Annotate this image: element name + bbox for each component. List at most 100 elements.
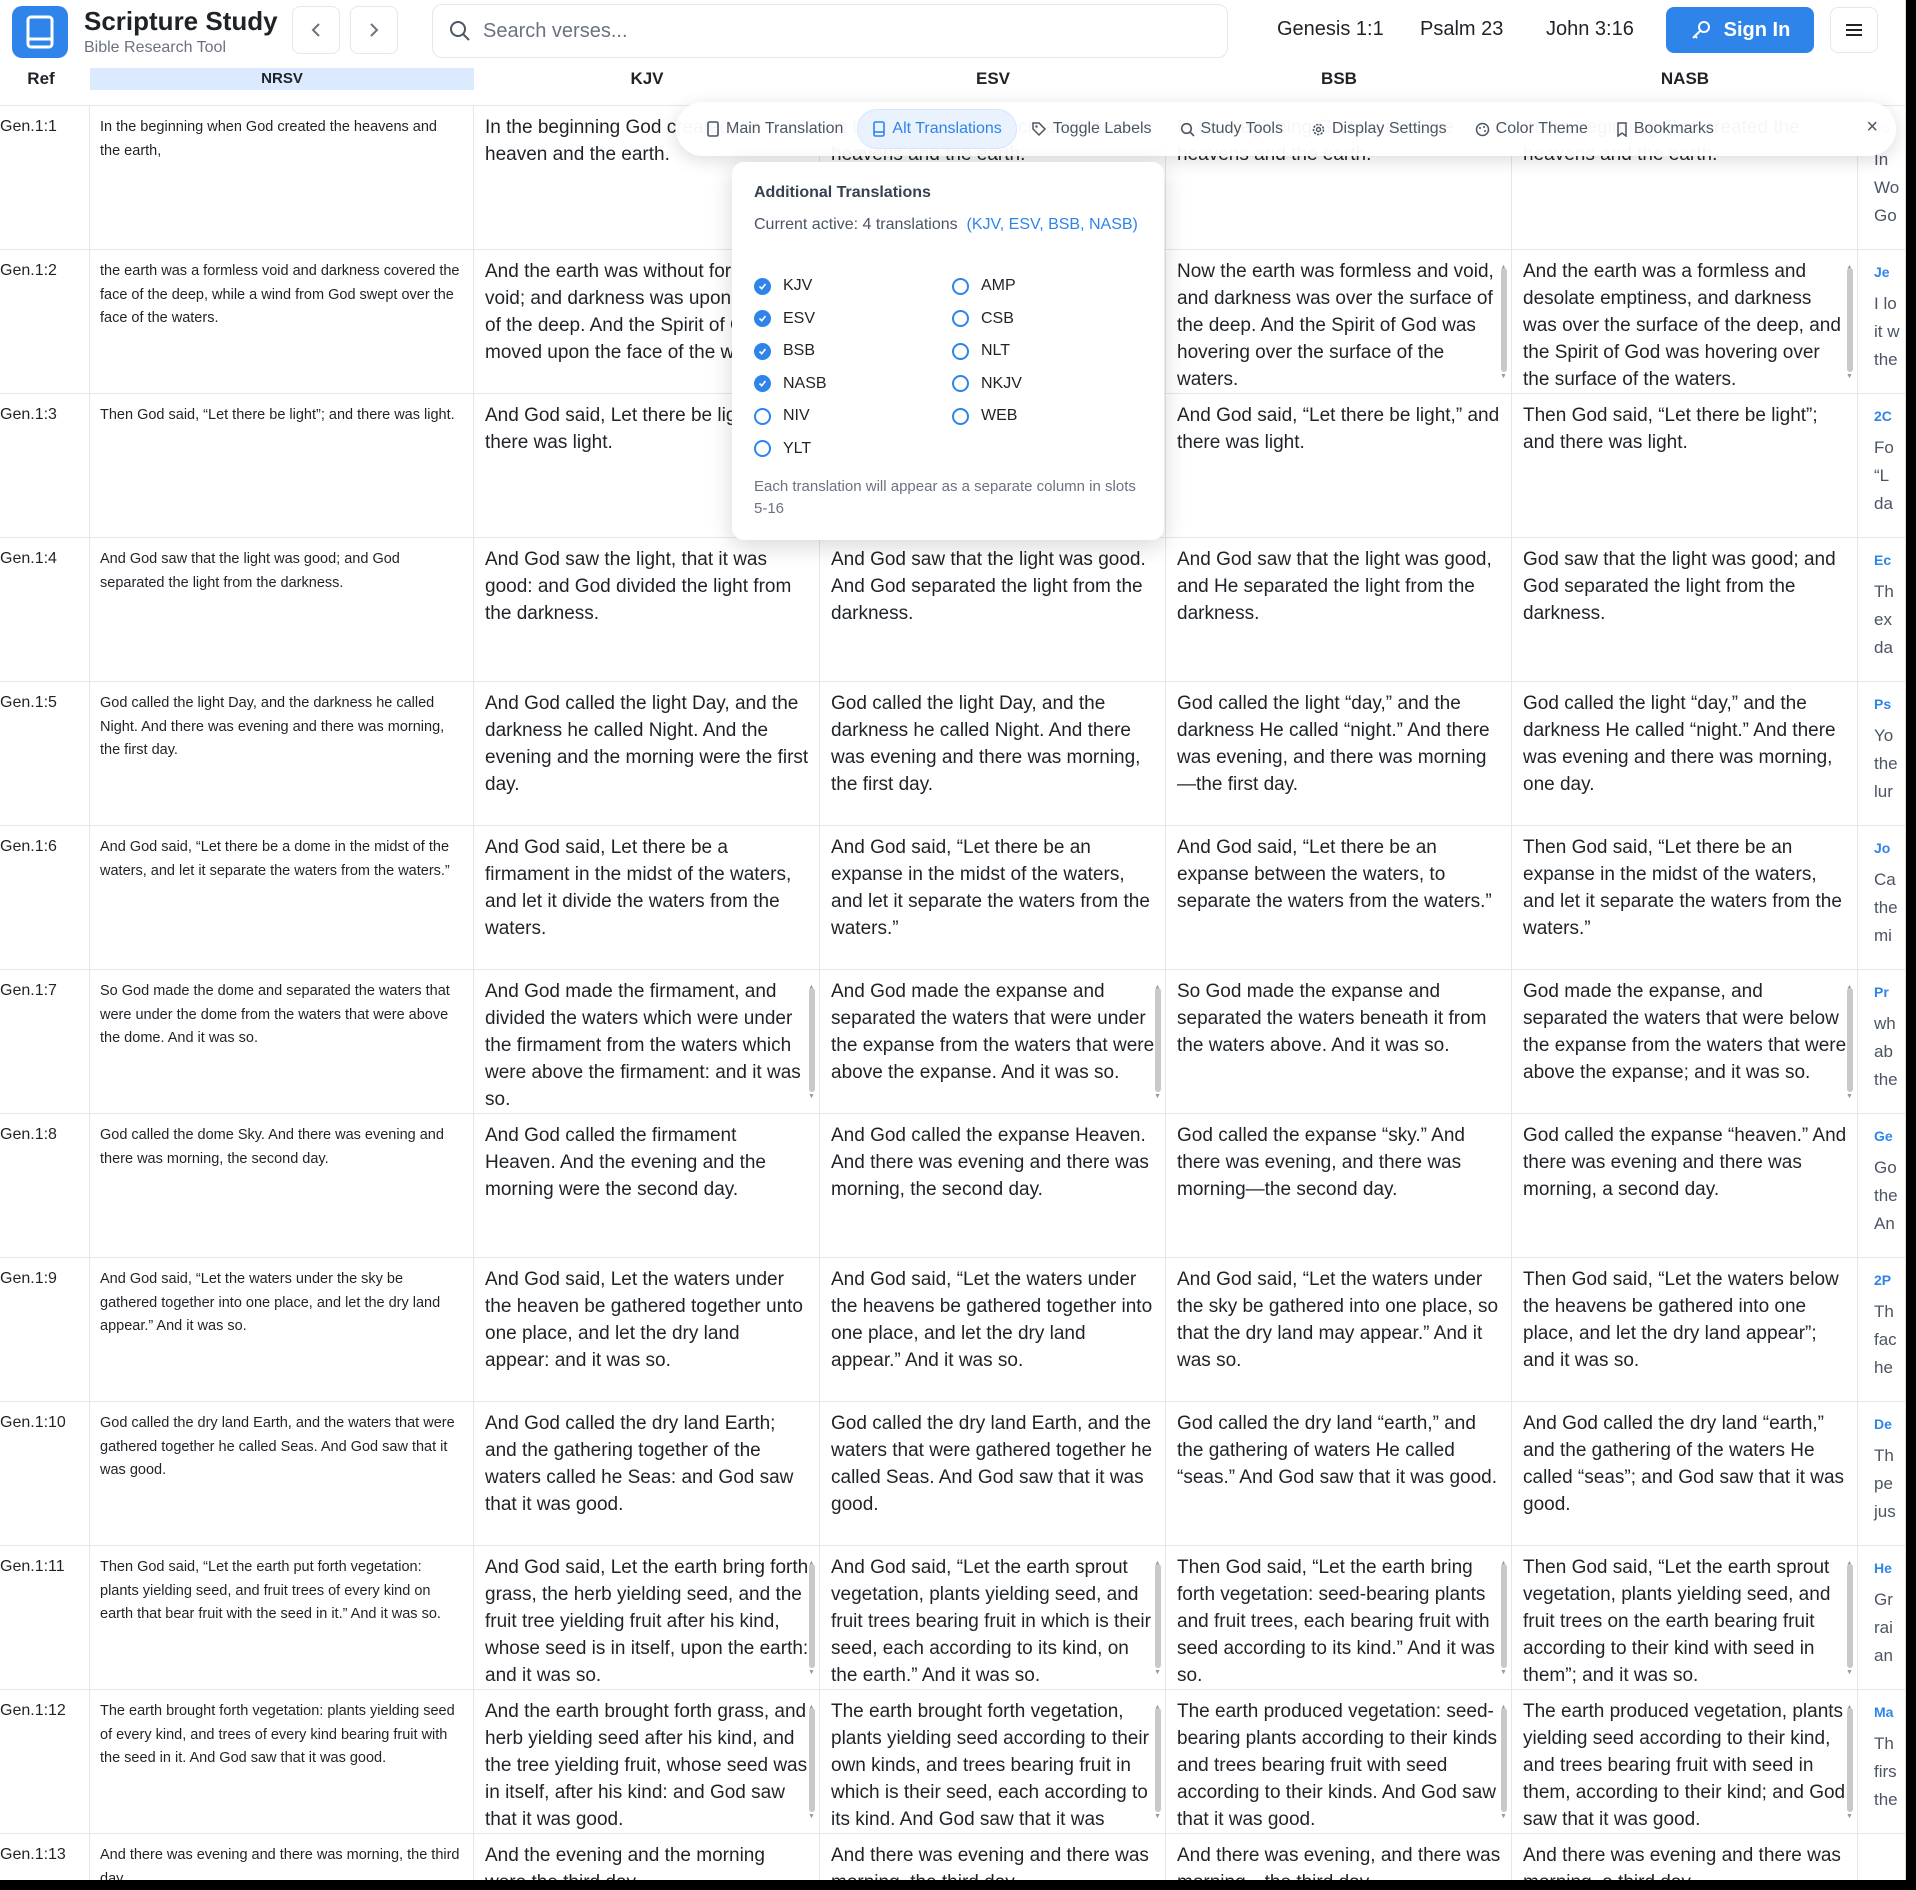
cross-reference-cell[interactable]: [1858, 1834, 1905, 1880]
scrollbar-thumb[interactable]: [1501, 1708, 1507, 1812]
scrollbar-thumb[interactable]: [809, 988, 815, 1092]
checkbox-unchecked-icon[interactable]: [754, 440, 771, 457]
checkbox-checked-icon[interactable]: [754, 310, 771, 327]
verse-ref[interactable]: Gen.1:11: [0, 1546, 90, 1690]
verse-ref[interactable]: Gen.1:6: [0, 826, 90, 970]
cell-scrollbar[interactable]: ▲▼: [808, 974, 816, 1110]
cross-reference-link[interactable]: Ge: [1874, 1128, 1905, 1154]
scrollbar-thumb[interactable]: [1155, 988, 1161, 1092]
checkbox-checked-icon[interactable]: [754, 342, 771, 360]
verse-ref[interactable]: Gen.1:8: [0, 1114, 90, 1258]
verse-ref[interactable]: Gen.1:9: [0, 1258, 90, 1402]
scrollbar-thumb[interactable]: [1847, 268, 1853, 372]
column-header-bsb[interactable]: BSB: [1166, 64, 1512, 106]
cross-reference-link[interactable]: Jo: [1874, 840, 1905, 866]
cross-reference-link[interactable]: Ma: [1874, 1704, 1905, 1730]
translation-option-csb[interactable]: CSB: [952, 307, 1014, 331]
translation-option-niv[interactable]: NIV: [754, 404, 810, 428]
cross-reference-link[interactable]: 2P: [1874, 1272, 1905, 1298]
scroll-down-arrow-icon[interactable]: ▼: [1500, 363, 1507, 390]
column-header-kjv[interactable]: KJV: [474, 64, 820, 106]
cross-reference-cell[interactable]: Ps Yo the lur: [1858, 682, 1905, 826]
scroll-down-arrow-icon[interactable]: ▼: [1500, 1803, 1507, 1830]
tab-alt-translations[interactable]: Alt Translations: [857, 109, 1017, 149]
translation-option-nkjv[interactable]: NKJV: [952, 372, 1022, 396]
translation-option-web[interactable]: WEB: [952, 404, 1017, 428]
cross-reference-link[interactable]: Ec: [1874, 552, 1905, 578]
sign-in-button[interactable]: Sign In: [1666, 7, 1814, 53]
translation-option-ylt[interactable]: YLT: [754, 437, 811, 461]
translation-option-kjv[interactable]: KJV: [754, 274, 812, 298]
verse-ref[interactable]: Gen.1:13: [0, 1834, 90, 1880]
checkbox-unchecked-icon[interactable]: [952, 277, 969, 295]
checkbox-unchecked-icon[interactable]: [952, 342, 969, 360]
scrollbar-thumb[interactable]: [1155, 1708, 1161, 1812]
cross-reference-cell[interactable]: 2P Th fac he: [1858, 1258, 1905, 1402]
cross-reference-cell[interactable]: De Th pe jus: [1858, 1402, 1905, 1546]
cell-scrollbar[interactable]: ▲▼: [1846, 1550, 1854, 1686]
scroll-down-arrow-icon[interactable]: ▼: [808, 1803, 815, 1830]
checkbox-unchecked-icon[interactable]: [952, 375, 969, 392]
translation-option-nasb[interactable]: NASB: [754, 372, 827, 396]
scrollbar-thumb[interactable]: [809, 1708, 815, 1812]
cell-scrollbar[interactable]: ▲▼: [1846, 1694, 1854, 1830]
cell-scrollbar[interactable]: ▲▼: [1500, 1550, 1508, 1686]
cross-reference-link[interactable]: De: [1874, 1416, 1905, 1442]
cross-reference-cell[interactable]: Ge Go the An: [1858, 1114, 1905, 1258]
cell-scrollbar[interactable]: ▲▼: [1154, 1550, 1162, 1686]
scrollbar-thumb[interactable]: [1847, 1708, 1853, 1812]
cross-reference-cell[interactable]: 2C Fo “L da: [1858, 394, 1905, 538]
verse-ref[interactable]: Gen.1:1: [0, 106, 90, 250]
menu-button[interactable]: [1830, 7, 1878, 53]
verse-ref[interactable]: Gen.1:2: [0, 250, 90, 394]
toolbar-close-button[interactable]: ×: [1866, 116, 1878, 139]
scroll-down-arrow-icon[interactable]: ▼: [808, 1659, 815, 1686]
cell-scrollbar[interactable]: ▲▼: [1846, 254, 1854, 390]
scrollbar-thumb[interactable]: [1847, 1564, 1853, 1668]
scroll-down-arrow-icon[interactable]: ▼: [1154, 1803, 1161, 1830]
scrollbar-thumb[interactable]: [809, 1564, 815, 1668]
cell-scrollbar[interactable]: ▲▼: [1154, 974, 1162, 1110]
scroll-down-arrow-icon[interactable]: ▼: [808, 1083, 815, 1110]
translation-option-esv[interactable]: ESV: [754, 307, 815, 331]
translation-option-amp[interactable]: AMP: [952, 274, 1016, 298]
scrollbar-thumb[interactable]: [1501, 268, 1507, 372]
checkbox-unchecked-icon[interactable]: [754, 407, 771, 425]
verse-ref[interactable]: Gen.1:12: [0, 1690, 90, 1834]
checkbox-checked-icon[interactable]: [754, 277, 771, 295]
cell-scrollbar[interactable]: ▲▼: [1500, 254, 1508, 390]
scroll-down-arrow-icon[interactable]: ▼: [1154, 1083, 1161, 1110]
tab-study-tools[interactable]: Study Tools: [1166, 109, 1297, 149]
verse-ref[interactable]: Gen.1:7: [0, 970, 90, 1114]
checkbox-unchecked-icon[interactable]: [952, 407, 969, 425]
cross-reference-cell[interactable]: Jo Ca the mi: [1858, 826, 1905, 970]
scroll-down-arrow-icon[interactable]: ▼: [1846, 363, 1853, 390]
translation-option-bsb[interactable]: BSB: [754, 339, 815, 363]
checkbox-checked-icon[interactable]: [754, 375, 771, 392]
cross-reference-cell[interactable]: Ec Th ex da: [1858, 538, 1905, 682]
checkbox-unchecked-icon[interactable]: [952, 310, 969, 327]
scrollbar-thumb[interactable]: [1155, 1564, 1161, 1668]
quick-link-john[interactable]: John 3:16: [1546, 18, 1634, 41]
translation-option-nlt[interactable]: NLT: [952, 339, 1010, 363]
scroll-down-arrow-icon[interactable]: ▼: [1846, 1659, 1853, 1686]
app-logo[interactable]: [12, 6, 68, 58]
cross-reference-cell[interactable]: Je I lo it w the: [1858, 250, 1905, 394]
scroll-down-arrow-icon[interactable]: ▼: [1846, 1803, 1853, 1830]
cell-scrollbar[interactable]: ▲▼: [808, 1694, 816, 1830]
column-header-esv[interactable]: ESV: [820, 64, 1166, 106]
column-header-nrsv[interactable]: NRSV: [90, 68, 474, 90]
verse-ref[interactable]: Gen.1:4: [0, 538, 90, 682]
scrollbar-thumb[interactable]: [1847, 988, 1853, 1092]
scroll-down-arrow-icon[interactable]: ▼: [1500, 1659, 1507, 1686]
scrollbar-thumb[interactable]: [1501, 1564, 1507, 1668]
tab-toggle-labels[interactable]: Toggle Labels: [1017, 109, 1166, 149]
scroll-down-arrow-icon[interactable]: ▼: [1154, 1659, 1161, 1686]
cell-scrollbar[interactable]: ▲▼: [1500, 1694, 1508, 1830]
cross-reference-link[interactable]: He: [1874, 1560, 1905, 1586]
scroll-down-arrow-icon[interactable]: ▼: [1846, 1083, 1853, 1110]
verse-ref[interactable]: Gen.1:10: [0, 1402, 90, 1546]
back-button[interactable]: [292, 6, 340, 54]
tab-display-settings[interactable]: Display Settings: [1297, 109, 1461, 149]
tab-bookmarks[interactable]: Bookmarks: [1602, 109, 1728, 149]
